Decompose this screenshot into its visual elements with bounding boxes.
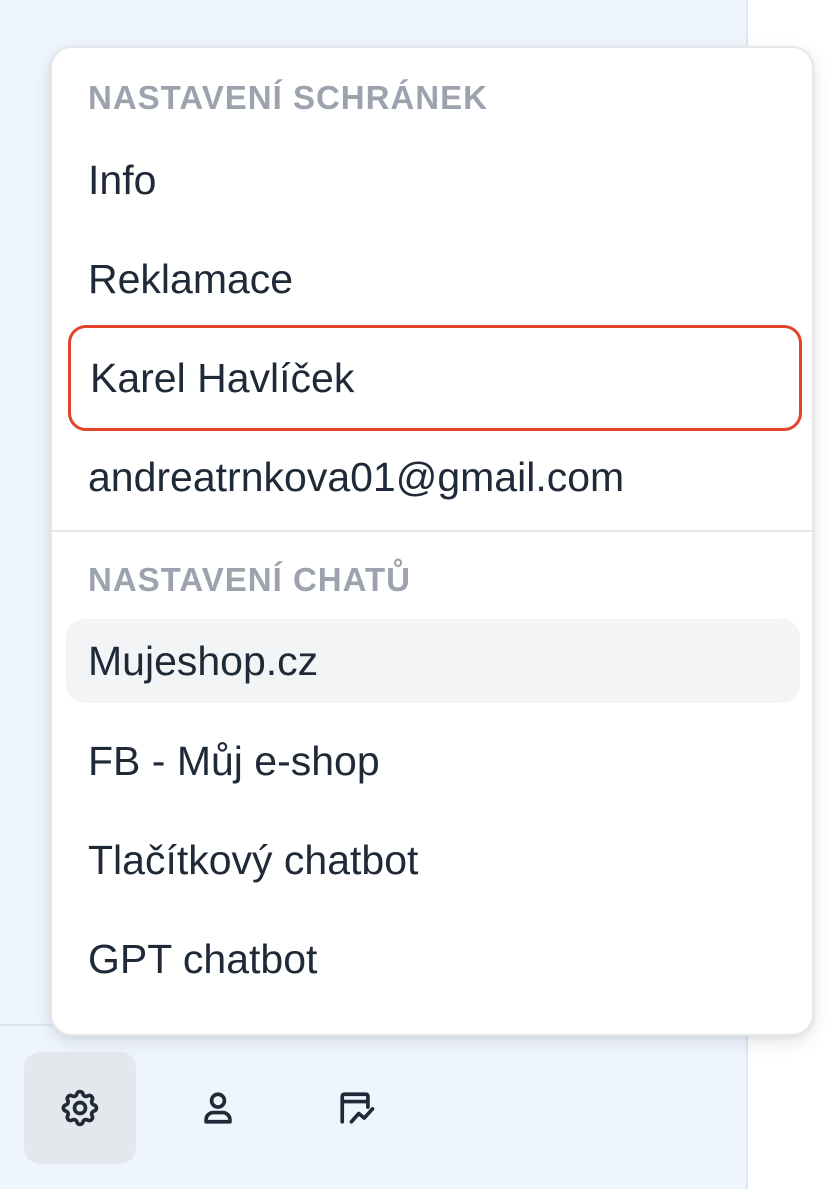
menu-item-karel-havlicek[interactable]: Karel Havlíček — [68, 325, 802, 431]
chart-icon — [340, 1092, 375, 1124]
menu-item-button-chatbot[interactable]: Tlačítkový chatbot — [66, 818, 800, 902]
profile-button[interactable] — [162, 1052, 274, 1164]
reports-button[interactable] — [300, 1052, 412, 1164]
menu-item-info[interactable]: Info — [66, 138, 800, 222]
bottom-nav-bar — [0, 1026, 746, 1189]
menu-item-fb-eshop[interactable]: FB - Můj e-shop — [66, 719, 800, 803]
section-title-chats: NASTAVENÍ CHATŮ — [88, 561, 411, 598]
menu-item-gpt-chatbot[interactable]: GPT chatbot — [66, 917, 800, 1001]
gear-icon — [61, 1089, 99, 1127]
section-title-mailboxes: NASTAVENÍ SCHRÁNEK — [88, 79, 488, 116]
menu-item-mujeshop[interactable]: Mujeshop.cz — [66, 619, 800, 703]
settings-dropdown-menu: NASTAVENÍ SCHRÁNEK Info Reklamace Karel … — [50, 46, 814, 1036]
menu-divider — [52, 530, 812, 532]
user-icon — [204, 1092, 232, 1124]
settings-button[interactable] — [24, 1052, 136, 1164]
menu-item-email-account[interactable]: andreatrnkova01@gmail.com — [66, 435, 800, 519]
menu-item-reklamace[interactable]: Reklamace — [66, 237, 800, 321]
